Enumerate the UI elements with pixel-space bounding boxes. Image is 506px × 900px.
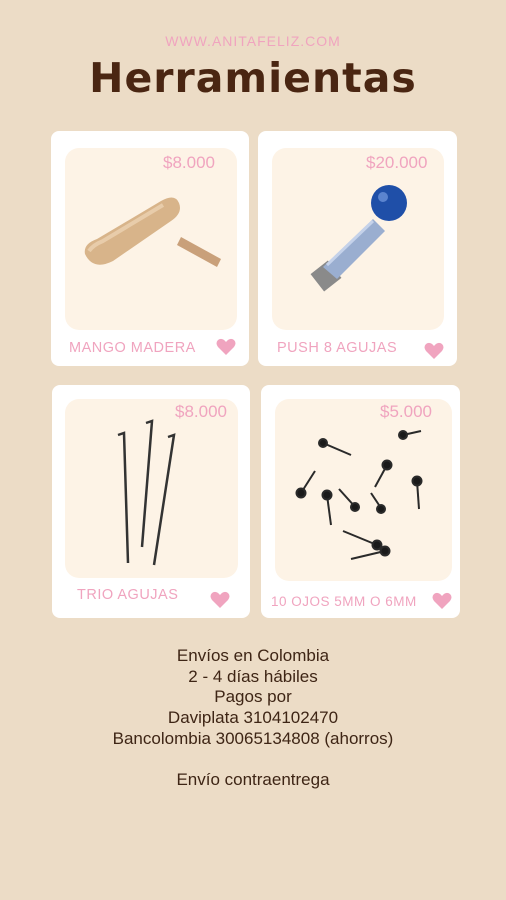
product-name: MANGO MADERA [69,340,196,356]
info-line-spacer [0,750,506,771]
info-line-delivery-time: 2 - 4 días hábiles [188,666,318,686]
product-card-10-ojos[interactable]: $5.000 10 OJOS 5MM O 6MM [261,385,460,618]
info-line-bancolombia: Bancolombia 30065134808 (ahorros) [112,728,394,748]
page-title: Herramientas [89,54,417,102]
shipping-payment-info: Envíos en Colombia 2 - 4 días hábiles Pa… [0,646,506,791]
product-name: 10 OJOS 5MM O 6MM [271,594,417,609]
heart-icon[interactable] [216,338,236,356]
felting-needles-image [117,419,176,566]
product-name: PUSH 8 AGUJAS [277,340,398,356]
info-line-cash-on-delivery: Envío contraentrega [176,770,330,790]
heart-icon[interactable] [424,342,444,360]
product-card-mango-madera[interactable]: $8.000 MANGO MADERA [51,131,249,366]
product-price: $8.000 [175,402,227,421]
product-name: TRIO AGUJAS [77,587,179,603]
product-price: $20.000 [366,153,428,172]
info-line-daviplata: Daviplata 3104102470 [167,708,339,728]
heart-icon[interactable] [432,592,452,610]
product-price: $8.000 [163,153,215,172]
wooden-handle-image [84,197,221,267]
product-card-trio-agujas[interactable]: $8.000 TRIO AGUJAS [52,385,250,618]
safety-eyes-image [295,430,423,560]
push-tool-image [310,185,407,292]
info-line-payments: Pagos por [214,687,292,707]
product-card-push-8-agujas[interactable]: $20.000 PUSH 8 AGUJAS [258,131,457,366]
website-url[interactable]: WWW.ANITAFELIZ.COM [0,33,506,49]
info-line-shipping: Envíos en Colombia [176,646,330,665]
product-price: $5.000 [380,402,432,421]
heart-icon[interactable] [210,591,230,609]
